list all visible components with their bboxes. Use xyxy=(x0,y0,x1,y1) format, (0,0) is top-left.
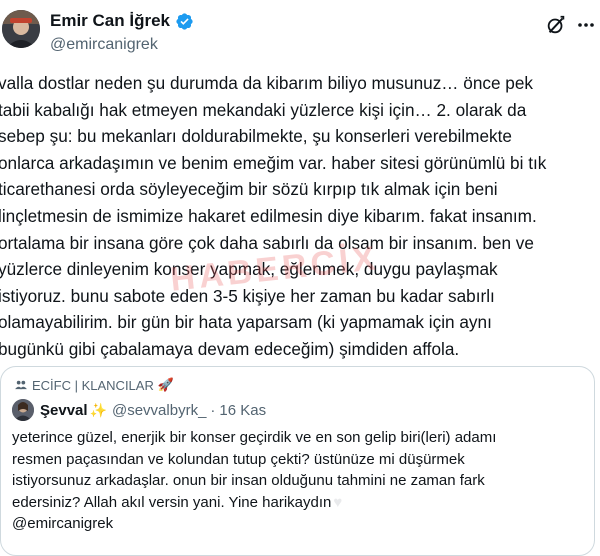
rocket-icon: 🚀 xyxy=(157,377,175,392)
quote-text-line: istiyorsunuz arkadaşlar. onun bir insan … xyxy=(12,472,485,490)
community-name: ECİFC | KLANCILAR xyxy=(32,377,154,393)
author-name-row: Emir Can İğrek xyxy=(50,11,194,31)
quote-author-row: Şevval ✨ @sevvalbyrk_ · 16 Kas xyxy=(12,399,266,421)
community-icon xyxy=(15,380,27,390)
grok-icon[interactable] xyxy=(545,14,567,36)
tweet-text-line: tabii kabalığı hak etmeyen mekandaki yüz… xyxy=(0,99,527,120)
tweet-header: Emir Can İğrek @emircanigrek xyxy=(0,0,600,62)
quote-timestamp[interactable]: 16 Kas xyxy=(219,402,266,419)
tweet-text: valla dostlar neden şu durumda da kibarı… xyxy=(0,70,594,363)
quote-avatar-image xyxy=(12,399,34,421)
tweet-text-line: valla dostlar neden şu durumda da kibarı… xyxy=(0,73,534,93)
tweet-text-line: linçletmesin de ismimize hakaret edilmes… xyxy=(0,205,537,226)
quote-author-name[interactable]: Şevval xyxy=(40,402,88,419)
quote-author-handle[interactable]: @sevvalbyrk_ xyxy=(112,402,206,419)
author-display-name[interactable]: Emir Can İğrek xyxy=(50,11,170,31)
tweet-text-line: ticarethanesi orda söyleyeceğim bir sözü… xyxy=(0,179,498,200)
tweet-text-line: sebep şu: bu mekanları doldurabilmekte, … xyxy=(0,126,512,147)
quote-text-line-with-heart: edersiniz? Allah akıl versin yani. Yine … xyxy=(12,492,496,514)
author-avatar[interactable] xyxy=(2,10,40,48)
tweet-text-line: onlarca arkadaşımın ve benim emeğim var.… xyxy=(0,152,547,173)
tweet-text-line: olamayabilirim. bir gün bir hata yaparsa… xyxy=(0,312,492,333)
quote-text-segment: edersiniz? Allah akıl versin yani. Yine … xyxy=(12,493,332,511)
verified-badge-icon xyxy=(176,12,193,30)
avatar-image xyxy=(2,10,40,48)
quote-mention[interactable]: @emircanigrek xyxy=(12,513,496,535)
quote-author-avatar[interactable] xyxy=(12,399,34,421)
quoted-tweet[interactable]: ECİFC | KLANCILAR 🚀 Şevval ✨ @sevvalbyrk… xyxy=(0,366,595,556)
tweet-text-line: bugünkü gibi çabalamaya devam edeceğim) … xyxy=(0,338,460,359)
more-icon[interactable] xyxy=(577,14,595,36)
quote-text: yeterince güzel, enerjik bir konser geçi… xyxy=(12,427,496,535)
author-handle[interactable]: @emircanigrek xyxy=(50,36,158,54)
white-heart-icon: ♥ xyxy=(333,493,343,511)
quote-text-line: yeterince güzel, enerjik bir konser geçi… xyxy=(12,429,497,446)
quote-text-line: resmen paçasından ve kolundan tutup çekt… xyxy=(12,450,465,468)
separator-dot: · xyxy=(210,401,216,419)
community-label[interactable]: ECİFC | KLANCILAR 🚀 xyxy=(14,377,174,393)
sparkle-icon: ✨ xyxy=(89,401,107,418)
